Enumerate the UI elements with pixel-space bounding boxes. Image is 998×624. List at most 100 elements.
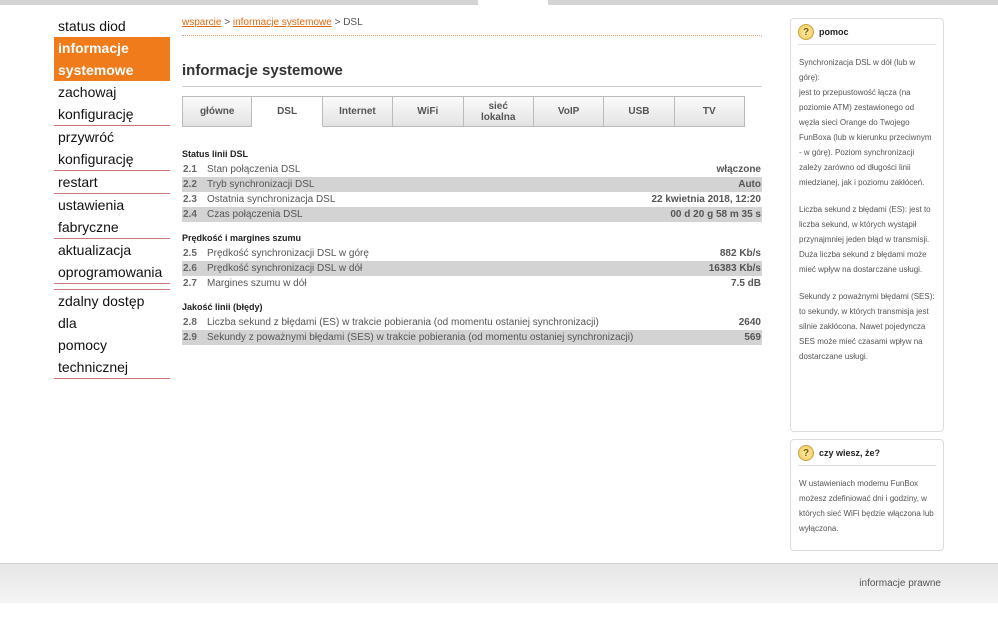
sidebar-item-label: technicznej: [58, 359, 129, 375]
help-paragraph: Liczba sekund z błędami (ES): jest to li…: [799, 205, 931, 274]
sidebar-item-label: aktualizacja: [58, 242, 132, 258]
sidebar-item[interactable]: restart: [54, 171, 170, 194]
sidebar-item[interactable]: zdalny dostęp dla pomocy technicznej: [54, 290, 170, 379]
row-number: 2.7: [183, 278, 197, 289]
table-row: 2.9 Sekundy z poważnymi błędami (SES) w t…: [182, 330, 762, 345]
row-number: 2.1: [183, 164, 197, 175]
sidebar-item-label: ustawienia: [58, 197, 125, 213]
row-value: 00 d 20 g 58 m 35 s: [670, 209, 761, 220]
row-label: Sekundy z poważnymi błędami (SES) w trak…: [207, 332, 634, 343]
sidebar-item[interactable]: aktualizacja oprogramowania: [54, 239, 170, 284]
tab-główne[interactable]: główne: [182, 96, 253, 127]
help-panel: ? pomoc Synchronizacja DSL w dół (lub w …: [790, 18, 944, 432]
sidebar: status diod informacje systemowe zachowaj ko…: [54, 15, 170, 379]
table-row: 2.7 Margines szumu w dół 7.5 dB: [182, 276, 762, 291]
breadcrumb-link-system-info[interactable]: informacje systemowe: [233, 17, 332, 28]
help-panel-header: ? pomoc: [798, 24, 936, 45]
row-number: 2.2: [183, 179, 197, 190]
row-label: Liczba sekund z błędami (ES) w trakcie p…: [207, 317, 599, 328]
sidebar-item[interactable]: zachowaj konfigurację: [54, 81, 170, 126]
row-value: 7.5 dB: [730, 278, 761, 289]
sidebar-item-label: informacje: [58, 40, 129, 56]
section-title: Status linii DSL: [182, 149, 249, 159]
sidebar-item-label: przywróć: [58, 129, 115, 145]
row-value: 16383 Kb/s: [708, 263, 761, 274]
row-label: Tryb synchronizacji DSL: [207, 179, 315, 190]
top-tab-active[interactable]: [478, 0, 548, 5]
row-label: Margines szumu w dół: [207, 278, 307, 289]
sidebar-item-label: zachowaj: [58, 84, 117, 100]
row-label: Czas połączenia DSL: [207, 209, 303, 220]
question-icon: ?: [798, 24, 814, 40]
section-title: Jakość linii (błędy): [182, 302, 263, 312]
tab-tv[interactable]: TV: [674, 96, 745, 127]
did-you-know-body: W ustawieniach modemu FunBox możesz zdef…: [799, 476, 935, 536]
tab-sieć-lokalna[interactable]: sieć lokalna: [463, 96, 534, 127]
dsl-info-content: Status linii DSL 2.1 Stan połączenia DSL wł…: [182, 148, 762, 345]
row-number: 2.6: [183, 263, 197, 274]
table-row: 2.8 Liczba sekund z błędami (ES) w trakci…: [182, 315, 762, 330]
help-panel-title: pomoc: [819, 27, 849, 37]
help-paragraph: Sekundy z poważnymi błędami (SES): to se…: [799, 292, 935, 361]
breadcrumb-separator: >: [221, 17, 233, 28]
sidebar-item-label: pomocy: [58, 337, 108, 353]
sidebar-item[interactable]: informacje systemowe: [54, 37, 170, 81]
tab-internet[interactable]: Internet: [322, 96, 394, 127]
row-number: 2.9: [183, 332, 197, 343]
breadcrumb-link-support[interactable]: wsparcie: [182, 17, 221, 28]
did-you-know-text: W ustawieniach modemu FunBox możesz zdef…: [799, 479, 934, 533]
row-value: 882 Kb/s: [719, 248, 761, 259]
tab-bar: główne DSL Internet WiFi sieć lokalna VoIP USB…: [182, 96, 745, 127]
row-number: 2.4: [183, 209, 197, 220]
help-panel-body: Synchronizacja DSL w dół (lub w górę): j…: [799, 55, 935, 364]
tab-dsl[interactable]: DSL: [252, 96, 323, 127]
breadcrumb-current: DSL: [343, 17, 363, 28]
did-you-know-header: ? czy wiesz, że?: [798, 445, 936, 466]
help-paragraph: Synchronizacja DSL w dół (lub w górę): j…: [799, 58, 932, 187]
row-value: 2640: [738, 317, 761, 328]
tab-wifi[interactable]: WiFi: [393, 96, 464, 127]
table-row: 2.4 Czas połączenia DSL 00 d 20 g 58 m 35 …: [182, 207, 762, 222]
row-number: 2.8: [183, 317, 197, 328]
row-label: Prędkość synchronizacji DSL w górę: [207, 248, 369, 259]
tab-usb[interactable]: USB: [604, 96, 675, 127]
breadcrumb: wsparcie > informacje systemowe > DSL: [182, 17, 762, 36]
row-number: 2.3: [183, 194, 197, 205]
breadcrumb-separator: >: [331, 17, 344, 28]
row-value: Auto: [738, 179, 761, 190]
did-you-know-title: czy wiesz, że?: [819, 448, 881, 458]
sidebar-item-label: status diod: [58, 18, 126, 34]
row-label: Ostatnia synchronizacja DSL: [207, 194, 336, 205]
did-you-know-panel: ? czy wiesz, że? W ustawieniach modemu F…: [790, 439, 944, 551]
row-value: 569: [744, 332, 761, 343]
row-value: 22 kwietnia 2018, 12:20: [651, 194, 761, 205]
sidebar-item-label: systemowe: [58, 62, 134, 78]
row-value: włączone: [716, 164, 761, 175]
tab-voip[interactable]: VoIP: [533, 96, 605, 127]
footer: informacje prawne: [0, 563, 998, 603]
row-number: 2.5: [183, 248, 197, 259]
section-title: Prędkość i margines szumu: [182, 233, 302, 243]
table-row: 2.2 Tryb synchronizacji DSL Auto: [182, 177, 762, 192]
table-row: 2.3 Ostatnia synchronizacja DSL 22 kwietni…: [182, 192, 762, 207]
sidebar-item-label: konfigurację: [58, 106, 134, 122]
sidebar-item[interactable]: przywróć konfigurację: [54, 126, 170, 171]
table-row: 2.5 Prędkość synchronizacji DSL w górę 882…: [182, 246, 762, 261]
sidebar-item-label: zdalny dostęp dla: [58, 293, 145, 331]
sidebar-item-label: konfigurację: [58, 151, 134, 167]
page-title: informacje systemowe: [182, 62, 762, 87]
sidebar-item-label: oprogramowania: [58, 264, 163, 280]
legal-info-link[interactable]: informacje prawne: [859, 578, 941, 589]
table-row: 2.1 Stan połączenia DSL włączone: [182, 162, 762, 177]
sidebar-item[interactable]: ustawienia fabryczne: [54, 194, 170, 239]
sidebar-item[interactable]: status diod: [54, 15, 170, 37]
top-navigation-strip: [0, 0, 998, 5]
row-label: Stan połączenia DSL: [207, 164, 301, 175]
sidebar-item-label: restart: [58, 174, 98, 190]
row-label: Prędkość synchronizacji DSL w dół: [207, 263, 363, 274]
question-icon: ?: [798, 445, 814, 461]
sidebar-item-label: fabryczne: [58, 219, 119, 235]
table-row: 2.6 Prędkość synchronizacji DSL w dół 1638…: [182, 261, 762, 276]
